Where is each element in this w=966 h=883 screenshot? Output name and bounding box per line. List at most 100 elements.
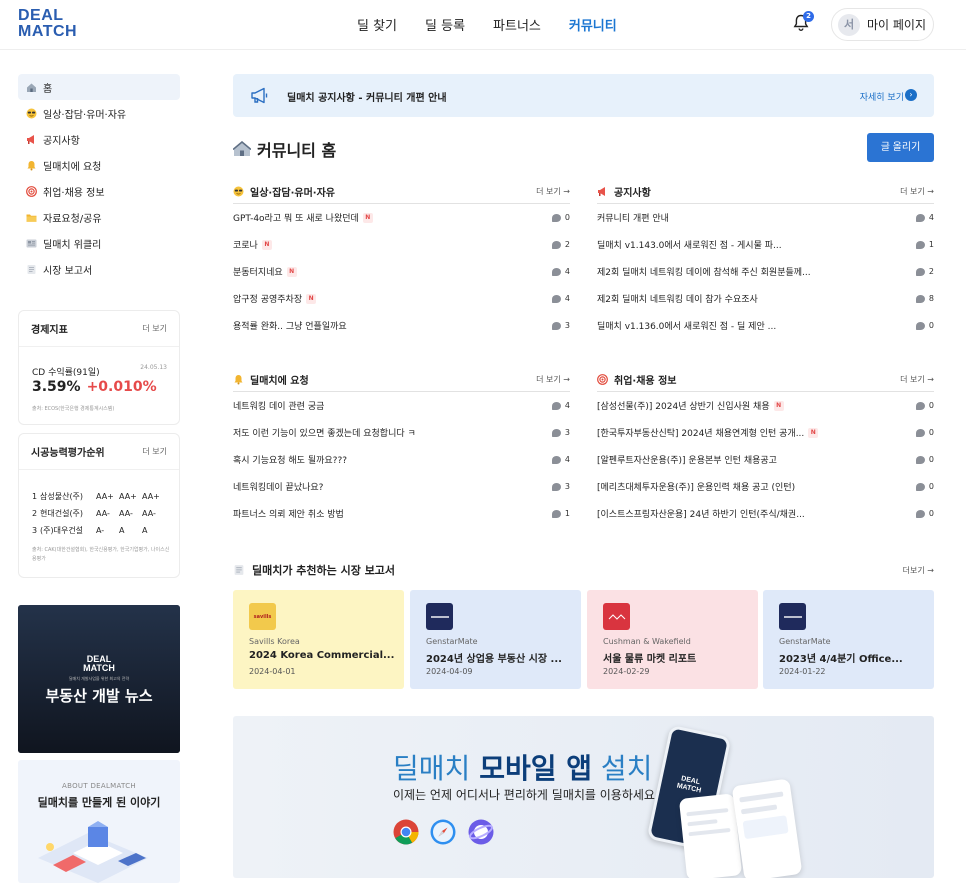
comment-icon [915,294,925,303]
post-title: 딜매치 v1.143.0에서 새로워진 점 - 게시물 파... [597,241,782,251]
list-item[interactable]: 제2회 딜매치 네트워킹 데이에 참석해 주신 회원분들께... 2 [597,258,934,285]
reports-more-link[interactable]: 더보기 → [903,565,934,576]
sidebar-item-label: 공지사항 [43,135,80,147]
dealmatch-logo[interactable]: DEAL MATCH [18,8,77,42]
comment-count: 2 [915,267,934,276]
board-title-text: 공지사항 [614,188,651,199]
mypage-button[interactable]: 서 마이 페이지 [831,8,934,41]
list-item[interactable]: [메리츠대체투자운용(주)] 운용인력 채용 공고 (인턴) 0 [597,473,934,500]
list-item[interactable]: 네트워킹 데이 관련 궁금 4 [233,392,570,419]
board-more-link[interactable]: 더 보기 → [536,374,570,385]
econ-source: 출처: ECOS(한국은행 경제통계시스템) [32,406,115,412]
list-item[interactable]: [한국투자부동산신탁] 2024년 채용연계형 인턴 공개... N 0 [597,419,934,446]
nav-partners[interactable]: 파트너스 [493,15,541,34]
rank-number: 3 [32,526,38,535]
notice-more-link[interactable]: 자세히 보기 [860,90,904,103]
board-title: 공지사항 [597,184,651,199]
samsung-internet-icon[interactable] [468,819,494,845]
sidebar-item-data-share[interactable]: 자료요청/공유 [18,204,180,230]
dev-news-banner[interactable]: DEAL MATCH 딜매치 개발사업을 위한 최고의 전략 부동산 개발 뉴스 [18,605,180,753]
list-item[interactable]: 딜매치 v1.143.0에서 새로워진 점 - 게시물 파... 1 [597,231,934,258]
rank-company: (주)대우건설 [40,526,84,535]
nav-deal-register[interactable]: 딜 등록 [425,15,465,34]
economic-indicator-card: 경제지표 더 보기 CD 수익률(91일) 24.05.13 3.59% +0.0… [18,310,180,425]
comment-count: 0 [915,401,934,410]
comment-count-value: 4 [564,294,570,303]
page-title: 커뮤니티 홈 [233,137,336,161]
post-title: 코로나 N [233,238,272,251]
econ-indicator-value: 3.59% [32,379,81,395]
report-card[interactable]: Cushman & Wakefield 서울 물류 마켓 리포트 2024-02… [587,590,758,689]
sidebar-item-weekly[interactable]: 딜매치 위클리 [18,230,180,256]
sidebar-item-daily-chat[interactable]: 일상·잡담·유머·자유 [18,100,180,126]
list-item[interactable]: 저도 이런 기능이 있으면 좋겠는데 요청합니다 ㅋ 3 [233,419,570,446]
notification-button[interactable]: 2 [793,11,814,34]
board-header: 일상·잡담·유머·자유 더 보기 → [233,180,570,204]
sidebar-item-jobs[interactable]: 취업·채용 정보 [18,178,180,204]
about-dealmatch-banner[interactable]: ABOUT DEALMATCH 딜매치를 만들게 된 이야기 [18,760,180,883]
banner-logo: DEAL MATCH [18,655,180,673]
board-more-link[interactable]: 더 보기 → [900,374,934,385]
econ-indicator-value-row: 3.59% +0.010% [32,379,157,395]
banner-title: 부동산 개발 뉴스 [45,687,153,705]
board-more-link[interactable]: 더 보기 → [900,186,934,197]
sidebar-item-label: 시장 보고서 [43,265,93,277]
ranking-more-link[interactable]: 더 보기 [142,446,167,457]
econ-indicator-change: +0.010% [86,379,157,395]
mobile-app-banner[interactable]: 딜매치 모바일 앱 설치 이제는 언제 어디서나 편리하게 딜매치를 이용하세요… [233,716,934,878]
list-item[interactable]: GPT-4o라고 뭐 또 새로 나왔던데 N 0 [233,204,570,231]
list-item[interactable]: 분동터지네요 N 4 [233,258,570,285]
list-item[interactable]: 압구정 공영주차장 N 4 [233,285,570,312]
comment-count: 1 [551,509,570,518]
list-item[interactable]: [알펜루트자산운용(주)] 운용본부 인턴 채용공고 0 [597,446,934,473]
list-item[interactable]: 용적률 완화.. 그냥 언플일까요 3 [233,312,570,339]
megaphone-icon [598,187,605,196]
list-item[interactable]: 제2회 딜매치 네트워킹 데이 참가 수요조사 8 [597,285,934,312]
list-item[interactable]: 딜매치 v1.136.0에서 새로워진 점 - 딜 제안 ... 0 [597,312,934,339]
comment-count: 0 [551,213,570,222]
list-item[interactable]: 코로나 N 2 [233,231,570,258]
nav-community[interactable]: 커뮤니티 [569,15,617,34]
list-item[interactable]: [이스트스프링자산운용] 24년 하반기 인턴(주식/채권... 0 [597,500,934,527]
main-nav: 딜 찾기 딜 등록 파트너스 커뮤니티 [357,15,617,34]
safari-icon[interactable] [430,819,456,845]
nav-deal-search[interactable]: 딜 찾기 [357,15,397,34]
report-card[interactable]: GenstarMate 2023년 4/4분기 Office... 2024-0… [763,590,934,689]
sidebar-item-market-reports[interactable]: 시장 보고서 [18,256,180,282]
sunglasses-face-icon [26,108,37,119]
list-item[interactable]: 파트너스 의뢰 제안 취소 방법 1 [233,500,570,527]
list-item[interactable]: [삼성선물(주)] 2024년 상반기 신입사원 채용 N 0 [597,392,934,419]
sidebar-item-home[interactable]: 홈 [18,74,180,100]
app-title-post: 설치 [591,752,653,785]
rank-grade: AA- [96,509,110,518]
chrome-icon[interactable] [393,819,419,845]
list-item[interactable]: 혹시 기능요청 해도 될까요??? 4 [233,446,570,473]
report-card[interactable]: savills Savills Korea 2024 Korea Commerc… [233,590,404,689]
econ-more-link[interactable]: 더 보기 [142,323,167,334]
post-title: 제2회 딜매치 네트워킹 데이 참가 수요조사 [597,295,758,305]
comment-icon [551,213,561,222]
report-title: 서울 물류 마켓 리포트 [603,654,697,665]
post-title-text: 용적률 완화.. 그냥 언플일까요 [233,322,347,332]
comment-count: 2 [551,240,570,249]
notice-bar[interactable]: 딜매치 공지사항 - 커뮤니티 개편 안내 자세히 보기 › [233,74,934,117]
comment-icon [551,482,561,491]
ranking-source: 출처: CAK(대한건설협회), 한국신용평가, 한국기업평가, 나이스신용평가 [32,547,170,562]
document-icon [234,565,244,575]
comment-count-value: 0 [928,321,934,330]
list-item[interactable]: 커뮤니티 개편 안내 4 [597,204,934,231]
report-source: GenstarMate [779,637,831,646]
list-item[interactable]: 네트워킹데이 끝났나요? 3 [233,473,570,500]
comment-count: 0 [915,455,934,464]
comment-count-value: 2 [564,240,570,249]
genstarmate-logo [779,603,806,630]
sidebar-item-requests[interactable]: 딜매치에 요청 [18,152,180,178]
rank-number: 1 [32,492,38,501]
board-more-link[interactable]: 더 보기 → [536,186,570,197]
sidebar-item-notices[interactable]: 공지사항 [18,126,180,152]
comment-icon [915,428,925,437]
comment-count-value: 2 [928,267,934,276]
write-post-button[interactable]: 글 올리기 [867,133,934,162]
report-card[interactable]: GenstarMate 2024년 상업용 부동산 시장 ... 2024-04… [410,590,581,689]
comment-count: 4 [551,401,570,410]
